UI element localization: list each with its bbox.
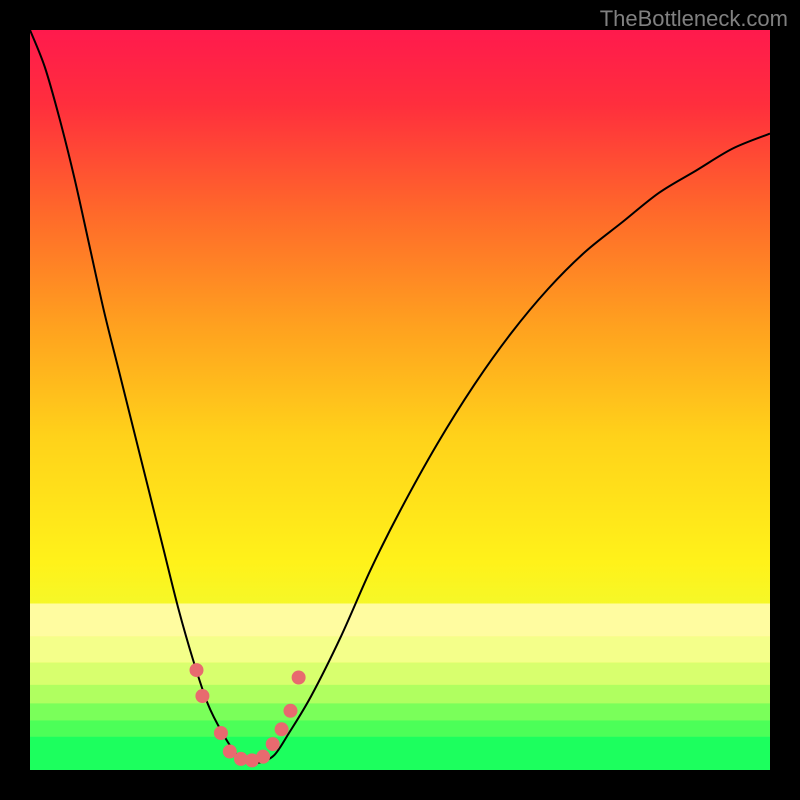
bottleneck-chart: TheBottleneck.com [0, 0, 800, 800]
curve-marker [266, 737, 280, 751]
band [30, 663, 770, 685]
plot-area [30, 30, 770, 770]
curve-marker [283, 704, 297, 718]
curve-marker [275, 722, 289, 736]
curve-marker [292, 671, 306, 685]
band [30, 720, 770, 736]
bottom-bands [30, 604, 770, 771]
curve-marker [214, 726, 228, 740]
watermark-text: TheBottleneck.com [600, 6, 788, 32]
band [30, 604, 770, 637]
band [30, 685, 770, 704]
band [30, 737, 770, 770]
band [30, 703, 770, 720]
curve-marker [195, 689, 209, 703]
curve-marker [190, 663, 204, 677]
chart-svg [0, 0, 800, 800]
band [30, 637, 770, 663]
curve-marker [256, 750, 270, 764]
